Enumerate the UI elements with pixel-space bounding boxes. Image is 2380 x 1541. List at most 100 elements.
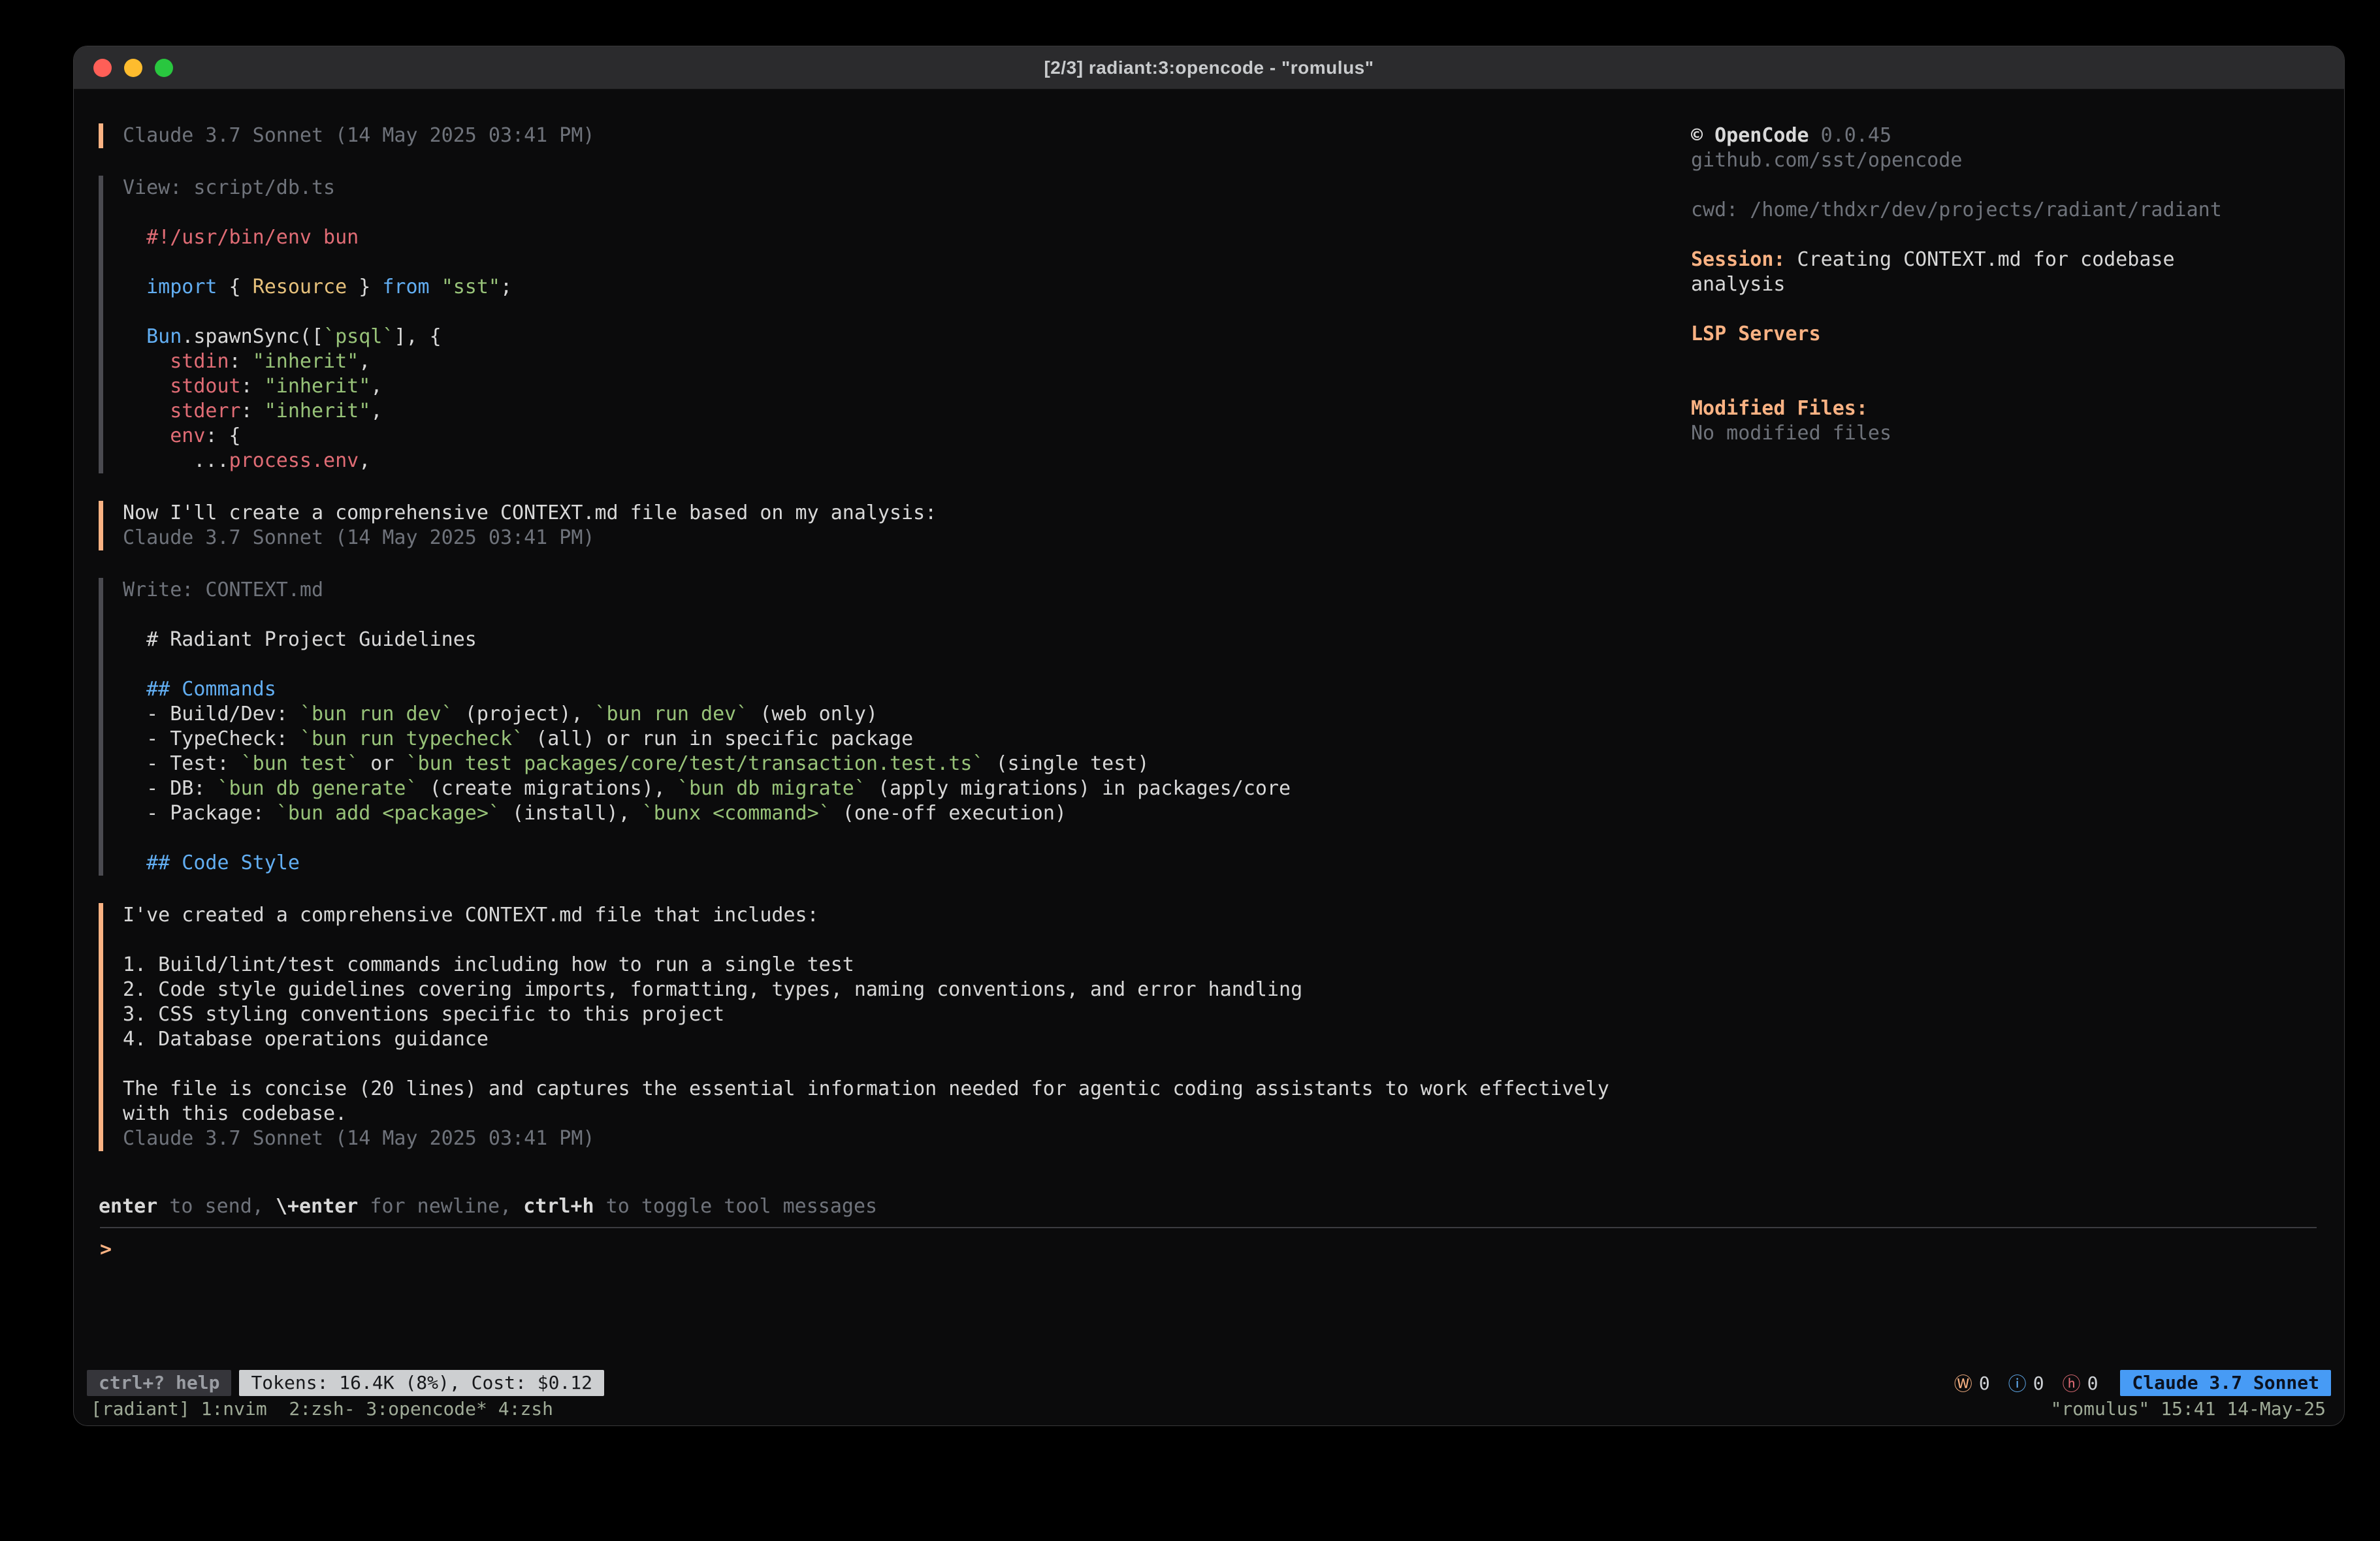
text-segment: 1. Build/lint/test commands including ho… — [123, 953, 854, 976]
help-segment: enter — [99, 1195, 157, 1218]
terminal-line — [1691, 347, 2315, 372]
text-segment: LSP Servers — [1691, 323, 1821, 345]
text-segment: Now I'll create a comprehensive CONTEXT.… — [123, 501, 937, 524]
window-title: [2/3] radiant:3:opencode - "romulus" — [1044, 57, 1374, 78]
text-segment: "sst" — [442, 276, 500, 298]
text-segment: I've created a comprehensive CONTEXT.md … — [123, 904, 819, 927]
text-segment: , — [370, 375, 382, 398]
traffic-lights — [93, 46, 173, 89]
text-segment: stderr — [170, 400, 240, 422]
text-segment — [123, 400, 170, 422]
text-segment: or — [359, 752, 406, 775]
help-segment: \+enter — [276, 1195, 358, 1218]
text-segment: 2. Code style guidelines covering import… — [123, 978, 1302, 1001]
info-icon: ⓘ — [2008, 1370, 2027, 1396]
text-segment: `bun add <package>` — [276, 802, 500, 825]
close-button[interactable] — [93, 59, 112, 77]
terminal-line: Modified Files: — [1691, 396, 2315, 421]
terminal-line: stdout: "inherit", — [123, 374, 1691, 399]
tmux-status-bar: [radiant] 1:nvim 2:zsh- 3:opencode* 4:zs… — [74, 1397, 2344, 1425]
text-segment: Modified Files: — [1691, 397, 1868, 420]
info-count: 0 — [2033, 1373, 2044, 1394]
terminal-line: Claude 3.7 Sonnet (14 May 2025 03:41 PM) — [123, 1126, 1691, 1151]
hint-diagnostic: ⓗ0 — [2063, 1370, 2099, 1396]
assistant-summary: I've created a comprehensive CONTEXT.md … — [99, 903, 1691, 1151]
terminal-line: env: { — [123, 424, 1691, 449]
text-segment: View: script/db.ts — [123, 176, 335, 199]
text-segment: 3. CSS styling conventions specific to t… — [123, 1003, 724, 1026]
message-list: Claude 3.7 Sonnet (14 May 2025 03:41 PM)… — [99, 123, 1691, 1194]
text-segment: Resource — [253, 276, 347, 298]
terminal-line — [1691, 297, 2315, 322]
text-segment: Creating CONTEXT.md for codebase — [1786, 248, 2175, 271]
info-diagnostic: ⓘ0 — [2008, 1370, 2044, 1396]
text-segment: - Package: — [123, 802, 276, 825]
text-segment: `bun db generate` — [217, 777, 418, 800]
window-titlebar[interactable]: [2/3] radiant:3:opencode - "romulus" — [74, 46, 2344, 89]
terminal-line: The file is concise (20 lines) and captu… — [123, 1077, 1691, 1102]
warning-icon: Ⓦ — [1954, 1370, 1972, 1396]
terminal-line: #!/usr/bin/env bun — [123, 225, 1691, 250]
content-row: Claude 3.7 Sonnet (14 May 2025 03:41 PM)… — [74, 89, 2344, 1194]
text-segment: The file is concise (20 lines) and captu… — [123, 1077, 1609, 1100]
terminal-line: ...process.env, — [123, 449, 1691, 473]
text-segment: (create migrations), — [418, 777, 677, 800]
terminal-line — [1691, 173, 2315, 198]
text-segment: Claude 3.7 Sonnet (14 May 2025 03:41 PM) — [123, 526, 594, 549]
minimize-button[interactable] — [124, 59, 142, 77]
text-segment: Claude 3.7 Sonnet (14 May 2025 03:41 PM) — [123, 124, 594, 147]
tmux-window-list[interactable]: [radiant] 1:nvim 2:zsh- 3:opencode* 4:zs… — [91, 1398, 553, 1420]
model-chip[interactable]: Claude 3.7 Sonnet — [2120, 1370, 2331, 1396]
terminal-line: with this codebase. — [123, 1102, 1691, 1126]
text-segment: : — [241, 375, 265, 398]
terminal-body: Claude 3.7 Sonnet (14 May 2025 03:41 PM)… — [74, 89, 2344, 1369]
zoom-button[interactable] — [155, 59, 173, 77]
warning-diagnostic: Ⓦ0 — [1954, 1370, 1990, 1396]
help-bar: enter to send, \+enter for newline, ctrl… — [74, 1194, 2344, 1219]
terminal-line: ## Commands — [123, 677, 1691, 702]
terminal-line — [1691, 372, 2315, 396]
text-segment: `bun run dev` — [595, 703, 748, 725]
terminal-line: Bun.spawnSync([`psql`], { — [123, 325, 1691, 349]
text-segment: Claude 3.7 Sonnet (14 May 2025 03:41 PM) — [123, 1127, 594, 1150]
text-segment: , — [370, 400, 382, 422]
text-segment: (apply migrations) in packages/core — [866, 777, 1291, 800]
terminal-line: Claude 3.7 Sonnet (14 May 2025 03:41 PM) — [123, 123, 1691, 148]
terminal-line: - DB: `bun db generate` (create migratio… — [123, 776, 1691, 801]
text-segment — [123, 350, 170, 373]
tool-view-block: View: script/db.ts #!/usr/bin/env bun im… — [99, 176, 1691, 473]
text-segment: `bunx <command>` — [642, 802, 831, 825]
terminal-line: Write: CONTEXT.md — [123, 578, 1691, 603]
status-bar: ctrl+? help Tokens: 16.4K (8%), Cost: $0… — [74, 1369, 2344, 1397]
text-segment: "inherit" — [265, 400, 371, 422]
help-shortcut-chip[interactable]: ctrl+? help — [87, 1370, 231, 1396]
input-area-spacer[interactable] — [74, 1265, 2344, 1369]
sidebar: © OpenCode 0.0.45github.com/sst/opencode… — [1691, 123, 2344, 1194]
text-segment: ... — [123, 449, 229, 472]
text-segment: `bun db migrate` — [677, 777, 866, 800]
text-segment: process.env — [229, 449, 359, 472]
terminal-line: 1. Build/lint/test commands including ho… — [123, 953, 1691, 977]
tool-write-block: Write: CONTEXT.md # Radiant Project Guid… — [99, 578, 1691, 876]
warning-count: 0 — [1979, 1373, 1990, 1394]
help-segment: for newline, — [358, 1195, 523, 1218]
input-divider — [100, 1227, 2317, 1228]
terminal-line: import { Resource } from "sst"; — [123, 275, 1691, 300]
text-segment: `bun test` — [241, 752, 359, 775]
text-segment: env — [170, 424, 205, 447]
terminal-line: stderr: "inherit", — [123, 399, 1691, 424]
text-segment: #!/usr/bin/env bun — [123, 226, 359, 249]
text-segment: .spawnSync([ — [182, 325, 323, 348]
text-segment: , — [359, 350, 370, 373]
terminal-line: stdin: "inherit", — [123, 349, 1691, 374]
text-segment: (all) or run in specific package — [524, 727, 913, 750]
text-segment: cwd: /home/thdxr/dev/projects/radiant/ra… — [1691, 199, 2222, 221]
text-segment: analysis — [1691, 273, 1786, 296]
terminal-line: 4. Database operations guidance — [123, 1027, 1691, 1052]
terminal-line — [123, 1052, 1691, 1077]
prompt-input[interactable]: > — [74, 1235, 2344, 1265]
text-segment: Bun — [146, 325, 182, 348]
tokens-cost-chip: Tokens: 16.4K (8%), Cost: $0.12 — [239, 1370, 604, 1396]
text-segment: - TypeCheck: — [123, 727, 300, 750]
terminal-line — [123, 603, 1691, 628]
